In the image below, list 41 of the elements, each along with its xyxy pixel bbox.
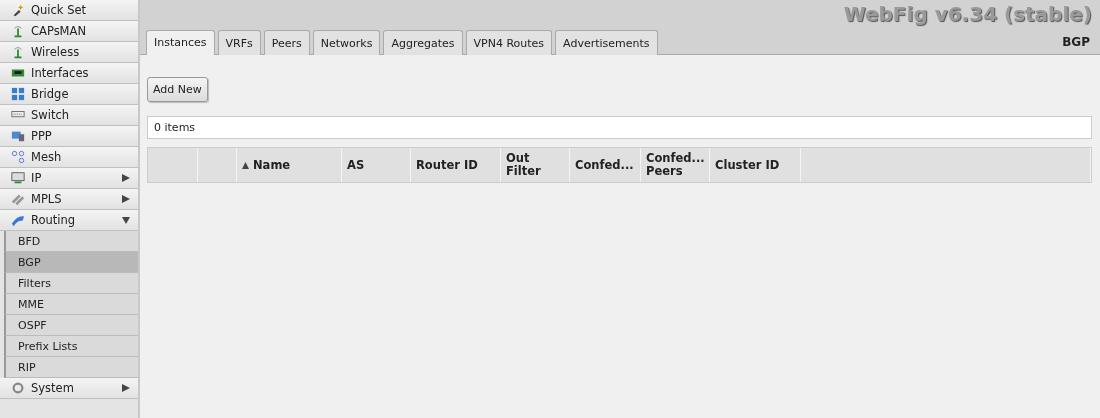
submenu-item[interactable]: BGP <box>4 252 138 273</box>
tab[interactable]: Advertisements <box>555 30 658 55</box>
column-header[interactable]: Confed... Peers <box>641 148 710 182</box>
sidebar-item[interactable]: Quick Set <box>0 0 138 21</box>
column-header[interactable]: Router ID <box>411 148 501 182</box>
app-title: WebFig v6.34 (stable) <box>843 1 1093 26</box>
submenu-item[interactable]: RIP <box>4 357 138 378</box>
sidebar-item[interactable]: Routing <box>0 210 138 231</box>
bridge-icon <box>10 87 26 101</box>
submenu-item[interactable]: Filters <box>4 273 138 294</box>
tab[interactable]: Peers <box>263 30 310 55</box>
column-header[interactable]: AS <box>342 148 411 182</box>
sort-ascending-icon <box>242 161 249 169</box>
column-header[interactable]: Out Filter <box>501 148 570 182</box>
tab[interactable]: Aggregates <box>383 30 463 55</box>
submenu-item[interactable]: MME <box>4 294 138 315</box>
column-header[interactable]: Cluster ID <box>710 148 801 182</box>
computer-icon <box>10 129 26 143</box>
item-count: 0 items <box>154 121 196 134</box>
sidebar-item[interactable]: IP <box>0 168 138 189</box>
tab[interactable]: Networks <box>312 30 381 55</box>
submenu-item[interactable]: OSPF <box>4 315 138 336</box>
sidebar-item[interactable]: PPP <box>0 126 138 147</box>
sidebar-item[interactable]: Switch <box>0 105 138 126</box>
column-header[interactable]: Confed... <box>570 148 641 182</box>
tab[interactable]: VPN4 Routes <box>465 30 553 55</box>
sidebar-item[interactable]: Interfaces <box>0 63 138 84</box>
section-title: BGP <box>1062 35 1091 51</box>
tab[interactable]: VRFs <box>217 30 261 55</box>
column-header[interactable]: Name <box>237 148 342 182</box>
submenu-item[interactable]: BFD <box>4 231 138 252</box>
sidebar-item[interactable]: CAPsMAN <box>0 21 138 42</box>
sidebar-item[interactable]: Wireless <box>0 42 138 63</box>
sidebar-item[interactable]: System <box>0 378 138 399</box>
sidebar-item[interactable]: Bridge <box>0 84 138 105</box>
tab[interactable]: Instances <box>146 30 215 55</box>
add-new-button[interactable]: Add New <box>147 77 208 102</box>
sidebar-item[interactable]: MPLS <box>0 189 138 210</box>
submenu-item[interactable]: Prefix Lists <box>4 336 138 357</box>
sidebar-item[interactable]: Mesh <box>0 147 138 168</box>
nodes-icon <box>10 150 26 164</box>
